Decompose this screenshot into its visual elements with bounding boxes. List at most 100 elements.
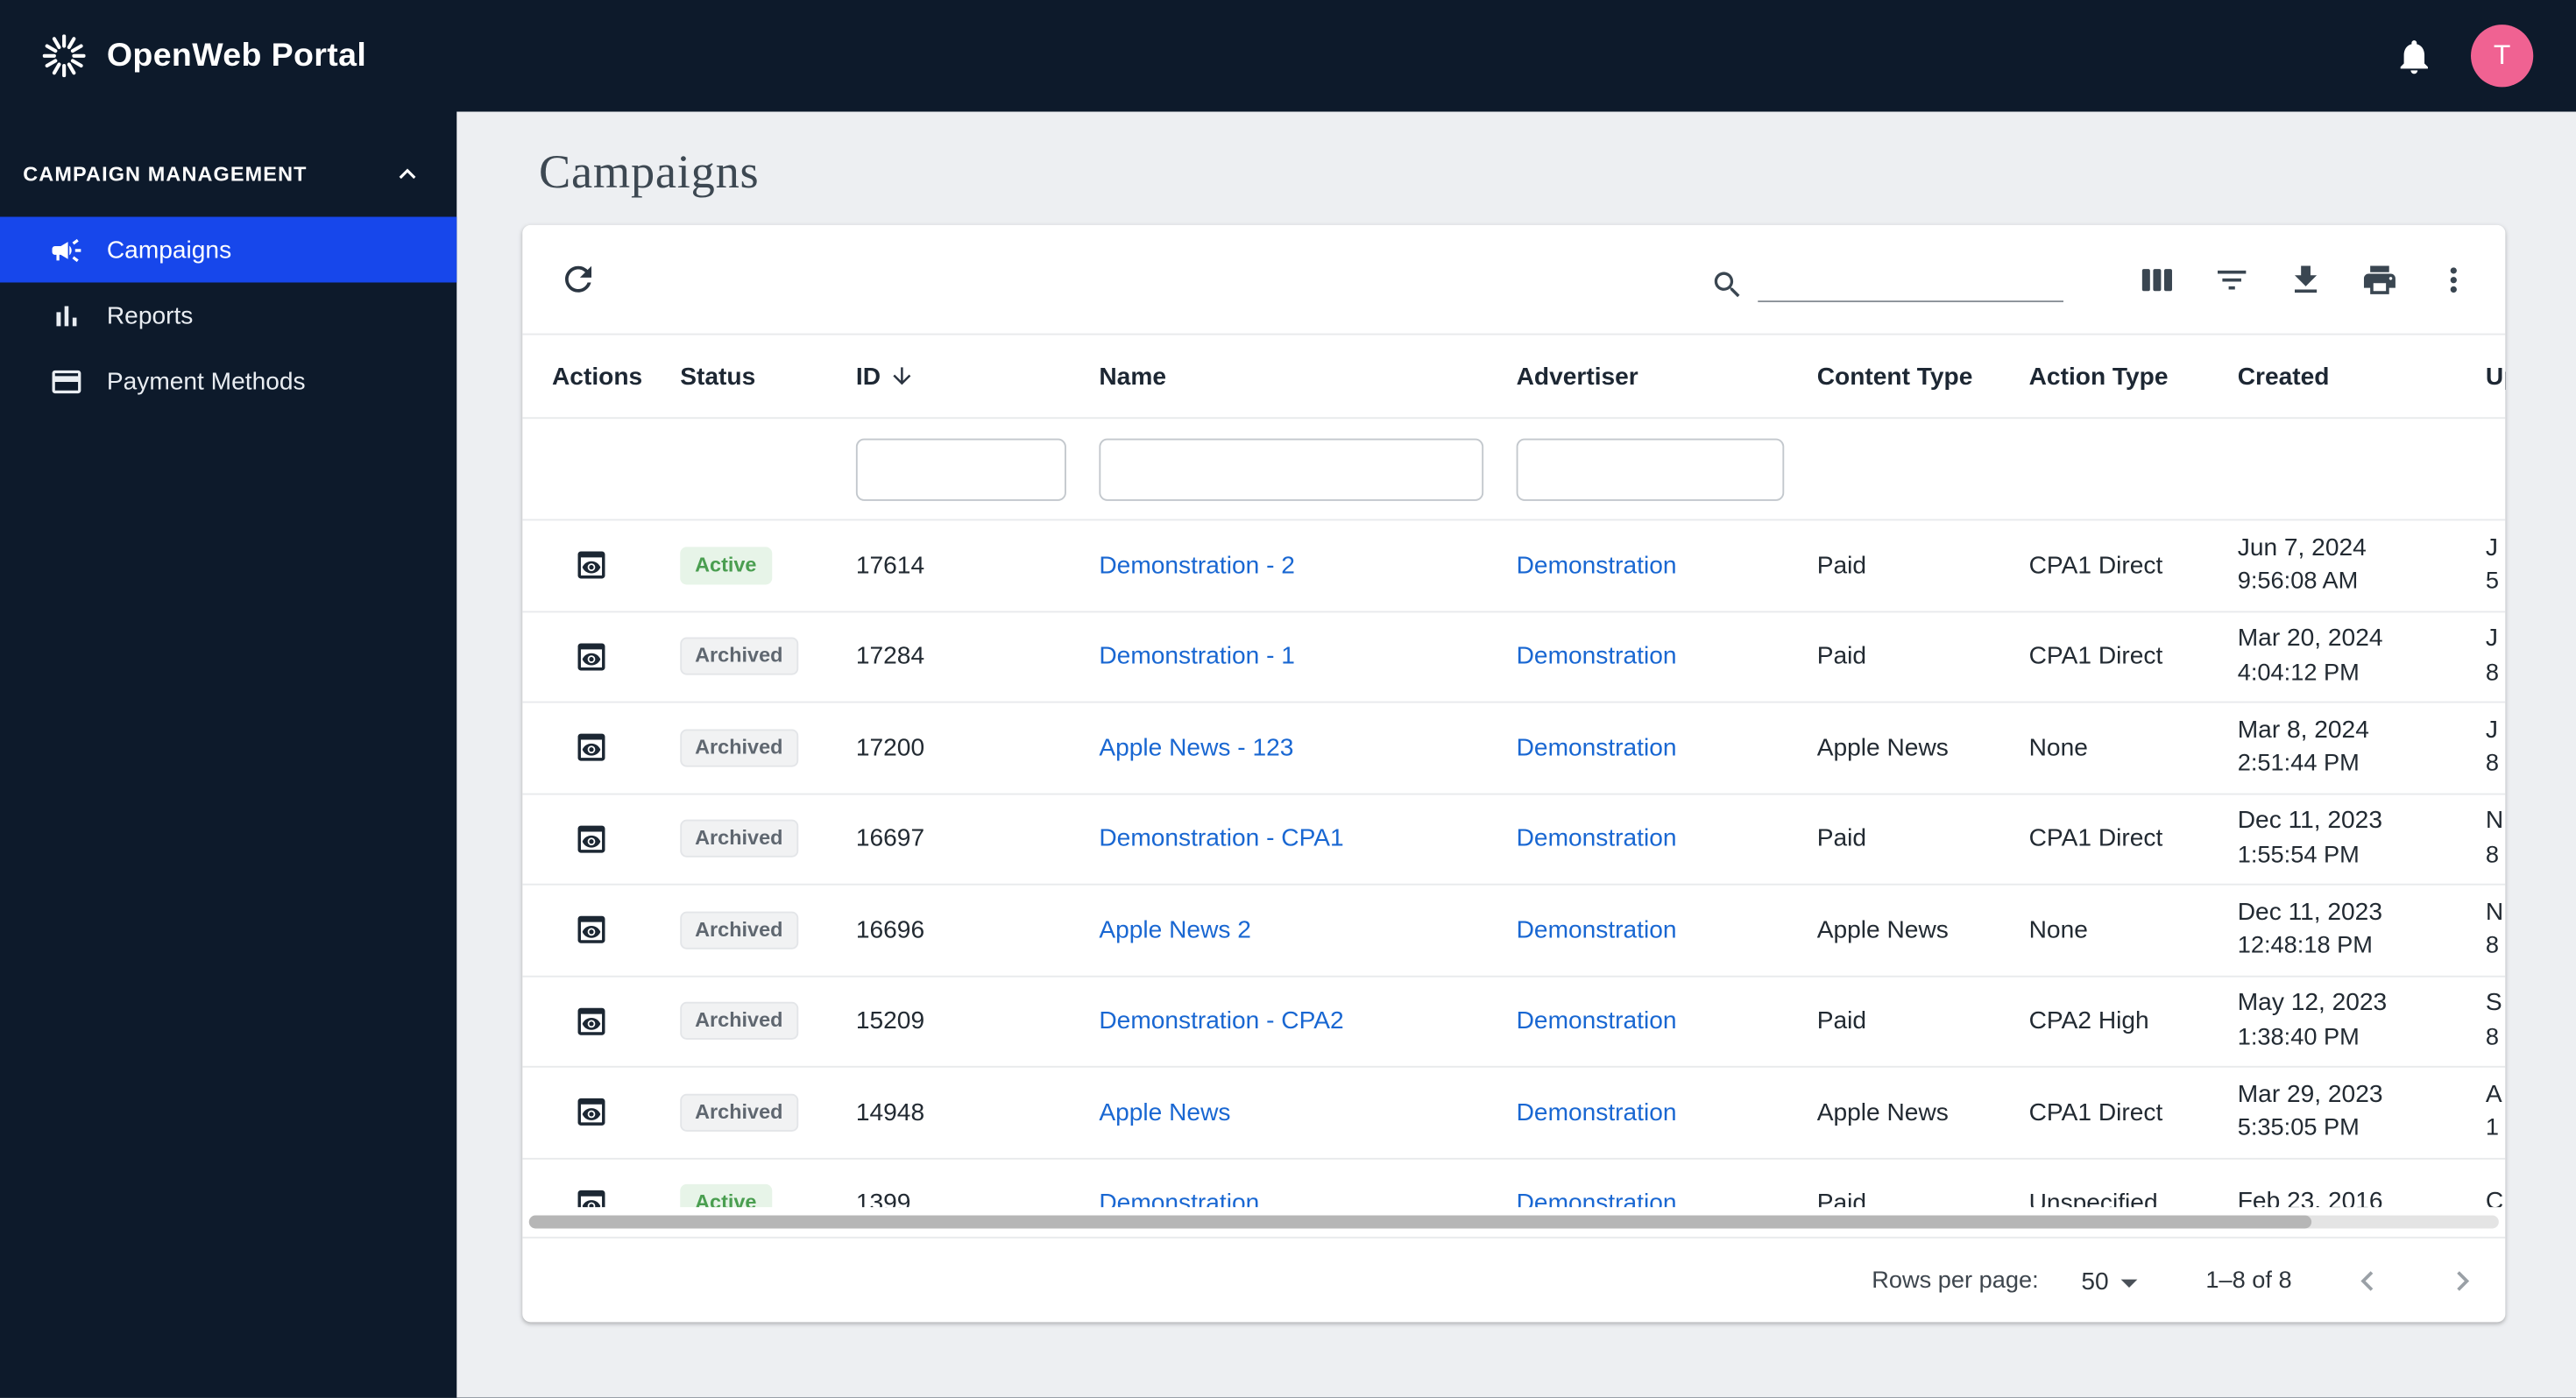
updated-cell: N 8	[2486, 805, 2506, 872]
column-header-name[interactable]: Name	[1099, 362, 1516, 390]
preview-button[interactable]	[573, 912, 609, 948]
rows-per-page-value: 50	[2081, 1267, 2109, 1296]
avatar[interactable]: T	[2471, 25, 2534, 88]
sidebar-item-label: Payment Methods	[106, 367, 306, 395]
campaign-name-link[interactable]: Demonstration	[1099, 1190, 1259, 1207]
advertiser-link[interactable]: Demonstration	[1517, 1190, 1677, 1207]
sidebar-item-reports[interactable]: Reports	[0, 283, 456, 349]
campaign-id: 14948	[855, 1098, 925, 1126]
updated-time: 8	[2485, 751, 2500, 778]
advertiser-link[interactable]: Demonstration	[1517, 552, 1677, 580]
campaign-name-link[interactable]: Apple News - 123	[1099, 734, 1293, 762]
updated-cell: A 1	[2486, 1079, 2506, 1147]
rows-per-page-label: Rows per page:	[1872, 1267, 2039, 1295]
campaign-name-link[interactable]: Demonstration - 2	[1099, 552, 1295, 580]
sort-desc-icon	[888, 363, 915, 389]
refresh-button[interactable]	[559, 259, 598, 299]
sidebar-item-campaigns[interactable]: Campaigns	[0, 216, 457, 283]
main-content: Campaigns Actions Status ID Name Adverti…	[456, 112, 2576, 1398]
advertiser-link[interactable]: Demonstration	[1517, 643, 1677, 671]
preview-button[interactable]	[573, 1003, 609, 1039]
campaign-name-link[interactable]: Demonstration - 1	[1099, 643, 1295, 671]
created-date: Mar 8, 2024	[2237, 716, 2369, 745]
updated-date: J	[2485, 716, 2498, 745]
preview-button[interactable]	[573, 1094, 609, 1130]
column-header-content-type[interactable]: Content Type	[1817, 362, 2029, 390]
column-header-advertiser[interactable]: Advertiser	[1517, 362, 1817, 390]
column-header-id[interactable]: ID	[856, 362, 1100, 390]
status-badge: Archived	[680, 637, 798, 676]
download-button[interactable]	[2287, 260, 2325, 298]
updated-date: A	[2485, 1080, 2502, 1109]
filter-button[interactable]	[2213, 260, 2251, 298]
page-title: Campaigns	[539, 145, 760, 199]
column-header-updated[interactable]: Updated	[2486, 362, 2506, 390]
sidebar-item-payment-methods[interactable]: Payment Methods	[0, 349, 456, 414]
advertiser-link[interactable]: Demonstration	[1517, 734, 1677, 762]
bar-chart-icon	[49, 298, 83, 332]
created-time: 1:55:54 PM	[2237, 842, 2360, 869]
action-type-cell: CPA1 Direct	[2028, 824, 2163, 853]
eye-icon	[577, 1098, 605, 1126]
campaign-id: 17200	[855, 733, 925, 762]
sidebar-section-campaign-management[interactable]: CAMPAIGN MANAGEMENT	[0, 158, 456, 191]
column-header-actions[interactable]: Actions	[552, 362, 680, 390]
status-badge: Active	[680, 546, 772, 585]
horizontal-scrollbar-thumb[interactable]	[528, 1215, 2312, 1229]
table-filter-row	[522, 419, 2506, 521]
content-type-cell: Paid	[1816, 1189, 1867, 1208]
advertiser-link[interactable]: Demonstration	[1517, 1007, 1677, 1035]
created-cell: May 12, 2023 1:38:40 PM	[2238, 988, 2486, 1056]
preview-button[interactable]	[573, 547, 609, 583]
created-date: Mar 29, 2023	[2237, 1080, 2383, 1109]
more-options-button[interactable]	[2435, 260, 2473, 298]
previous-page-button[interactable]	[2347, 1261, 2387, 1301]
campaign-name-link[interactable]: Demonstration - CPA2	[1099, 1007, 1343, 1035]
column-header-id-label: ID	[855, 362, 881, 391]
content-type-cell: Apple News	[1816, 915, 1949, 944]
topbar: OpenWeb Portal T	[0, 0, 2576, 112]
column-header-created[interactable]: Created	[2238, 362, 2486, 390]
advertiser-link[interactable]: Demonstration	[1517, 825, 1677, 853]
table-row: Active 17614 Demonstration - 2 Demonstra…	[522, 520, 2506, 612]
campaigns-card: Actions Status ID Name Advertiser Conten…	[522, 224, 2506, 1323]
preview-button[interactable]	[573, 730, 609, 766]
notifications-bell-icon[interactable]	[2394, 35, 2435, 76]
eye-icon	[577, 1007, 605, 1035]
rows-per-page-select[interactable]: 50	[2081, 1267, 2137, 1296]
campaign-id: 17614	[855, 551, 925, 580]
search-input[interactable]	[1758, 257, 2063, 302]
preview-button[interactable]	[573, 639, 609, 674]
preview-button[interactable]	[573, 821, 609, 857]
next-page-button[interactable]	[2443, 1261, 2482, 1301]
table-toolbar	[522, 225, 2505, 334]
created-date: Mar 20, 2024	[2237, 625, 2383, 653]
advertiser-link[interactable]: Demonstration	[1517, 1098, 1677, 1126]
horizontal-scrollbar	[522, 1207, 2505, 1237]
content-type-cell: Paid	[1816, 551, 1867, 580]
status-badge: Archived	[680, 820, 798, 858]
column-header-action-type[interactable]: Action Type	[2029, 362, 2238, 390]
columns-button[interactable]	[2139, 260, 2176, 298]
campaign-id: 1399	[855, 1189, 911, 1208]
status-badge: Archived	[680, 729, 798, 767]
eye-icon	[577, 1190, 605, 1208]
action-type-cell: CPA1 Direct	[2028, 551, 2163, 580]
id-filter-input[interactable]	[855, 437, 1066, 500]
advertiser-link[interactable]: Demonstration	[1517, 916, 1677, 944]
content-type-cell: Paid	[1816, 824, 1867, 853]
updated-time: 8	[2485, 933, 2500, 960]
table-row: Active 1399 Demonstration Demonstration …	[522, 1159, 2505, 1208]
campaign-name-link[interactable]: Apple News 2	[1099, 916, 1251, 944]
campaign-name-link[interactable]: Apple News	[1099, 1098, 1230, 1126]
preview-button[interactable]	[573, 1185, 609, 1208]
eye-icon	[577, 734, 605, 762]
name-filter-input[interactable]	[1099, 437, 1484, 500]
created-date: Dec 11, 2023	[2237, 898, 2382, 927]
advertiser-filter-input[interactable]	[1516, 437, 1785, 500]
column-header-status[interactable]: Status	[680, 362, 856, 390]
campaign-name-link[interactable]: Demonstration - CPA1	[1099, 825, 1343, 853]
status-badge: Archived	[680, 911, 798, 950]
table-row: Archived 16697 Demonstration - CPA1 Demo…	[522, 794, 2506, 886]
print-button[interactable]	[2360, 260, 2398, 298]
